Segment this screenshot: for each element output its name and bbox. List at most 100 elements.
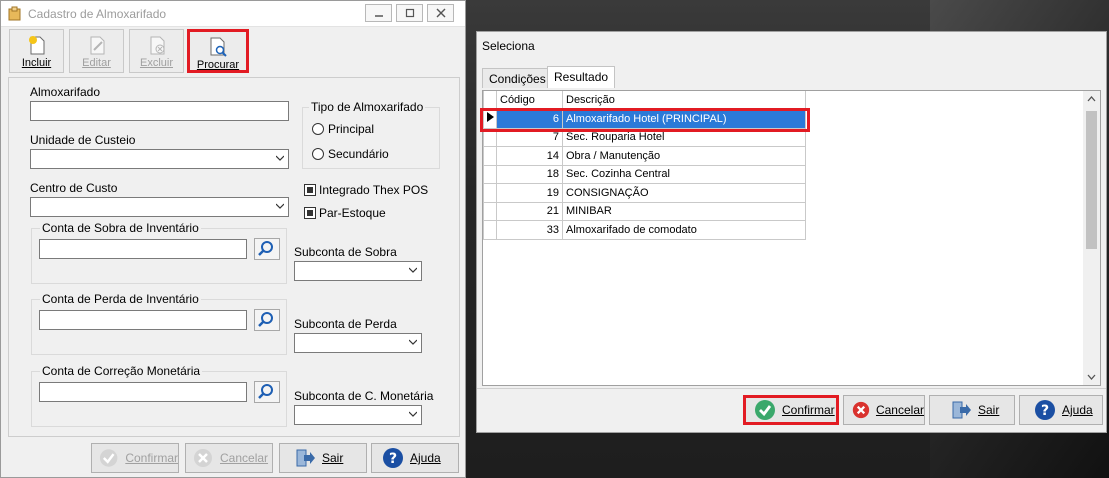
close-icon bbox=[436, 8, 445, 18]
help-icon: ? bbox=[1035, 400, 1055, 420]
row-indicator bbox=[483, 201, 497, 221]
minimize-button[interactable] bbox=[365, 4, 392, 22]
subconta-correcao-select[interactable] bbox=[294, 405, 422, 425]
search-icon bbox=[258, 312, 273, 327]
select-sair-button[interactable]: Sair bbox=[929, 395, 1015, 425]
almoxarifado-input[interactable] bbox=[30, 101, 289, 121]
main-sair-button[interactable]: Sair bbox=[279, 443, 367, 473]
main-cancelar-button[interactable]: Cancelar bbox=[185, 443, 273, 473]
vertical-scrollbar[interactable] bbox=[1083, 91, 1100, 385]
form-panel: Almoxarifado Unidade de Custeio Centro d… bbox=[8, 77, 460, 437]
table-row[interactable]: 33 Almoxarifado de comodato bbox=[483, 220, 806, 240]
tipo-almoxarifado-group: Tipo de Almoxarifado Principal Secundári… bbox=[302, 100, 440, 169]
result-grid: Código Descrição 6 Almoxarifado Hotel (P… bbox=[480, 90, 1101, 386]
chevron-down-icon bbox=[276, 155, 284, 161]
select-ajuda-button[interactable]: ? Ajuda bbox=[1019, 395, 1103, 425]
editar-button[interactable]: Editar bbox=[69, 29, 124, 73]
check-circle-icon bbox=[755, 400, 775, 420]
cancel-circle-icon bbox=[852, 401, 870, 419]
search-document-icon bbox=[210, 37, 227, 57]
main-confirmar-button[interactable]: Confirmar bbox=[91, 443, 179, 473]
main-button-bar: Confirmar Cancelar Sair ? Ajuda bbox=[1, 439, 465, 477]
procurar-button[interactable]: Procurar bbox=[187, 29, 249, 73]
maximize-icon bbox=[405, 8, 414, 18]
cell-descricao: CONSIGNAÇÃO bbox=[562, 183, 806, 203]
cell-descricao: MINIBAR bbox=[562, 201, 806, 221]
help-icon: ? bbox=[383, 448, 403, 468]
conta-sobra-input[interactable] bbox=[39, 239, 247, 259]
par-estoque-label: Par-Estoque bbox=[319, 206, 386, 220]
incluir-button[interactable]: Incluir bbox=[9, 29, 64, 73]
close-button[interactable] bbox=[427, 4, 454, 22]
centro-custo-select[interactable] bbox=[30, 197, 289, 217]
conta-correcao-search-button[interactable] bbox=[254, 381, 280, 403]
table-row[interactable]: 21 MINIBAR bbox=[483, 201, 806, 221]
subconta-sobra-select[interactable] bbox=[294, 261, 422, 281]
conta-sobra-group: Conta de Sobra de Inventário bbox=[31, 221, 287, 284]
window-title: Cadastro de Almoxarifado bbox=[28, 7, 167, 21]
seleciona-title: Seleciona bbox=[482, 39, 535, 53]
seleciona-window: Seleciona Condições Resultado Código Des… bbox=[476, 31, 1107, 433]
select-cancelar-button[interactable]: Cancelar bbox=[843, 395, 925, 425]
codigo-header[interactable]: Código bbox=[496, 91, 563, 110]
conta-sobra-title: Conta de Sobra de Inventário bbox=[40, 221, 201, 235]
cell-codigo: 21 bbox=[496, 201, 563, 221]
subconta-correcao-label: Subconta de C. Monetária bbox=[294, 389, 434, 403]
cell-codigo: 14 bbox=[496, 146, 563, 166]
descricao-header[interactable]: Descrição bbox=[562, 91, 806, 110]
excluir-button[interactable]: Excluir bbox=[129, 29, 184, 73]
integrado-thex-pos-label: Integrado Thex POS bbox=[319, 183, 429, 197]
cell-descricao: Obra / Manutenção bbox=[562, 146, 806, 166]
secundario-label: Secundário bbox=[328, 147, 389, 161]
select-button-bar: Confirmar Cancelar Sair ? Ajuda bbox=[477, 388, 1106, 432]
selected-row-highlight bbox=[480, 108, 810, 132]
unidade-custeio-select[interactable] bbox=[30, 149, 289, 169]
scroll-down-icon[interactable] bbox=[1087, 372, 1096, 381]
select-confirmar-button[interactable]: Confirmar bbox=[743, 395, 839, 425]
cell-codigo: 33 bbox=[496, 220, 563, 240]
row-indicator bbox=[483, 164, 497, 184]
scroll-thumb[interactable] bbox=[1086, 111, 1097, 249]
conta-perda-search-button[interactable] bbox=[254, 309, 280, 331]
toolbar: Incluir Editar Excluir Procurar bbox=[5, 29, 461, 75]
conta-sobra-search-button[interactable] bbox=[254, 238, 280, 260]
integrado-thex-pos-checkbox[interactable] bbox=[304, 184, 316, 196]
par-estoque-checkbox[interactable] bbox=[304, 207, 316, 219]
main-ajuda-button[interactable]: ? Ajuda bbox=[371, 443, 459, 473]
svg-text:?: ? bbox=[389, 451, 397, 467]
scroll-up-icon[interactable] bbox=[1087, 95, 1096, 104]
conta-perda-input[interactable] bbox=[39, 310, 247, 330]
chevron-down-icon bbox=[409, 411, 417, 417]
subconta-perda-select[interactable] bbox=[294, 333, 422, 353]
check-circle-icon bbox=[99, 449, 118, 467]
cell-codigo: 19 bbox=[496, 183, 563, 203]
search-icon bbox=[258, 384, 273, 399]
chevron-down-icon bbox=[409, 267, 417, 273]
cell-descricao: Almoxarifado de comodato bbox=[562, 220, 806, 240]
table-row[interactable]: 19 CONSIGNAÇÃO bbox=[483, 183, 806, 203]
principal-radio[interactable] bbox=[312, 123, 324, 135]
tab-resultado[interactable]: Resultado bbox=[547, 66, 616, 88]
cancel-circle-icon bbox=[194, 449, 212, 467]
cell-descricao: Sec. Cozinha Central bbox=[562, 164, 806, 184]
new-document-icon bbox=[28, 36, 44, 55]
cell-codigo: 18 bbox=[496, 164, 563, 184]
table-row[interactable]: 18 Sec. Cozinha Central bbox=[483, 164, 806, 184]
subconta-sobra-label: Subconta de Sobra bbox=[294, 245, 397, 259]
minimize-icon bbox=[374, 15, 383, 17]
app-icon bbox=[8, 6, 21, 21]
table-row[interactable]: 14 Obra / Manutenção bbox=[483, 146, 806, 166]
conta-correcao-group: Conta de Correção Monetária bbox=[31, 364, 287, 427]
subconta-perda-label: Subconta de Perda bbox=[294, 317, 397, 331]
exit-door-icon bbox=[952, 401, 971, 419]
conta-perda-group: Conta de Perda de Inventário bbox=[31, 292, 287, 355]
chevron-down-icon bbox=[409, 339, 417, 345]
unidade-custeio-label: Unidade de Custeio bbox=[30, 133, 136, 147]
conta-correcao-input[interactable] bbox=[39, 382, 247, 402]
edit-document-icon bbox=[90, 36, 104, 55]
row-indicator bbox=[483, 220, 497, 240]
tab-condicoes[interactable]: Condições bbox=[482, 68, 553, 88]
indicator-header bbox=[483, 91, 497, 110]
maximize-button[interactable] bbox=[396, 4, 423, 22]
secundario-radio[interactable] bbox=[312, 148, 324, 160]
